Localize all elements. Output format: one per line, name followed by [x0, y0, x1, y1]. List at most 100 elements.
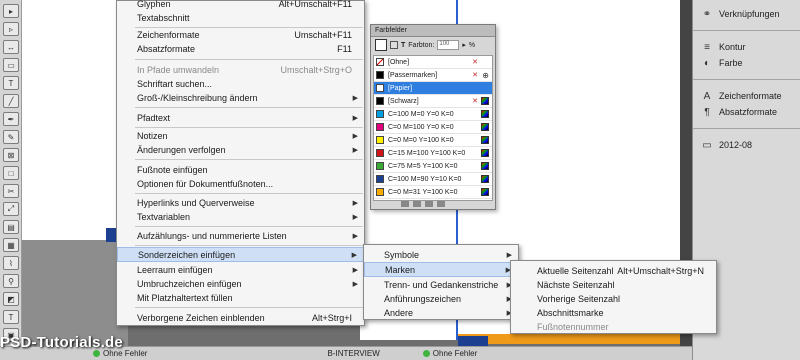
- menu-item-shortcut: Umschalt+Strg+O: [280, 64, 352, 75]
- panel-title-text: Farbfelder: [375, 27, 407, 34]
- menu-item-label: Hyperlinks und Querverweise: [137, 197, 255, 208]
- cmyk-mode-icon: [481, 97, 489, 105]
- swatch-row[interactable]: C=15 M=100 Y=100 K=0: [374, 147, 492, 160]
- eyedropper-icon[interactable]: ⌇: [3, 256, 19, 270]
- dock-item-links[interactable]: ⚭ Verknüpfungen: [693, 6, 800, 22]
- note-tool-icon[interactable]: ▦: [3, 238, 19, 252]
- formatting-icon[interactable]: T: [3, 310, 19, 324]
- menu-item-show-hidden-characters[interactable]: Verborgene Zeichen einblenden Alt+Strg+I: [117, 310, 364, 325]
- submenu-arrow-icon: ▶: [352, 94, 358, 102]
- menu-item-character-styles[interactable]: Zeichenformate Umschalt+F11: [117, 27, 364, 42]
- menu-item-change-case[interactable]: Groß-/Kleinschreibung ändern ▶: [117, 90, 364, 105]
- scissors-icon[interactable]: ✂: [3, 184, 19, 198]
- menu-item-find-font[interactable]: Schriftart suchen...: [117, 76, 364, 91]
- submenu-item-markers[interactable]: Marken ▶: [364, 262, 518, 277]
- pencil-tool-icon[interactable]: ✎: [3, 130, 19, 144]
- menu-item-label: Marken: [385, 264, 416, 275]
- submenu-item-section-marker[interactable]: Abschnittsmarke: [511, 305, 716, 320]
- menu-item-insert-footnote[interactable]: Fußnote einfügen: [117, 162, 364, 177]
- swatch-row[interactable]: C=0 M=100 Y=0 K=0: [374, 121, 492, 134]
- swatch-row[interactable]: C=100 M=90 Y=10 K=0: [374, 173, 492, 186]
- menu-item-track-changes[interactable]: Änderungen verfolgen ▶: [117, 142, 364, 157]
- swatch-row[interactable]: [Schwarz] ✕: [374, 95, 492, 108]
- menu-item-label: Schriftart suchen...: [137, 78, 213, 89]
- page-tool-icon[interactable]: ▭: [3, 58, 19, 72]
- swatch-row[interactable]: [Ohne] ✕: [374, 56, 492, 69]
- swatch-name: [Ohne]: [388, 58, 410, 66]
- dock-item-character-styles[interactable]: A Zeichenformate: [693, 88, 800, 104]
- menu-item-notes[interactable]: Notizen ▶: [117, 128, 364, 143]
- submenu-item-quotation-marks[interactable]: Anführungszeichen ▶: [364, 291, 518, 306]
- new-swatch-icon[interactable]: [425, 201, 433, 207]
- swatches-panel-title[interactable]: Farbfelder: [371, 25, 495, 37]
- selection-tool-icon[interactable]: ▸: [3, 4, 19, 18]
- menu-item-bullets-numbering[interactable]: Aufzählungs- und nummerierte Listen ▶: [117, 228, 364, 243]
- show-all-swatches-icon[interactable]: [401, 201, 409, 207]
- dock-item-stroke[interactable]: ≡ Kontur: [693, 39, 800, 55]
- menu-item-label: Fußnotennummer: [537, 321, 609, 332]
- swatch-chip: [376, 110, 384, 118]
- menu-item-insert-break-character[interactable]: Umbruchzeichen einfügen ▶: [117, 276, 364, 291]
- menu-item-text-variables[interactable]: Textvariablen ▶: [117, 209, 364, 224]
- submenu-item-other[interactable]: Andere ▶: [364, 305, 518, 320]
- text-frame-bar: [458, 334, 680, 344]
- fill-stroke-icon[interactable]: [375, 39, 387, 51]
- menu-item-paragraph-styles[interactable]: Absatzformate F11: [117, 41, 364, 56]
- formatting-container-icon[interactable]: [390, 41, 398, 49]
- tint-dropdown-icon[interactable]: ▸: [462, 41, 466, 49]
- new-color-group-icon[interactable]: [413, 201, 421, 207]
- menu-item-label: Anführungszeichen: [384, 293, 462, 304]
- gradient-tool-icon[interactable]: ▤: [3, 220, 19, 234]
- menu-item-footnote-options[interactable]: Optionen für Dokumentfußnoten...: [117, 176, 364, 191]
- menu-item-label: Zeichenformate: [137, 29, 200, 40]
- submenu-item-previous-page-number[interactable]: Vorherige Seitenzahl: [511, 291, 716, 306]
- swatch-row[interactable]: [Passermarken] ✕ ⊕: [374, 69, 492, 82]
- menu-item-hyperlinks[interactable]: Hyperlinks und Querverweise ▶: [117, 195, 364, 210]
- menu-item-shortcut: Alt+Umschalt+F11: [278, 0, 352, 9]
- menu-item-label: Symbole: [384, 249, 420, 260]
- swatch-row[interactable]: C=100 M=0 Y=0 K=0: [374, 108, 492, 121]
- submenu-item-symbols[interactable]: Symbole ▶: [364, 247, 518, 262]
- color-icon: ◐: [703, 57, 711, 69]
- rectangle-tool-icon[interactable]: □: [3, 166, 19, 180]
- swatch-row[interactable]: C=0 M=0 Y=100 K=0: [374, 134, 492, 147]
- dock-item-library[interactable]: ▭ 2012-08: [693, 137, 800, 153]
- direct-selection-icon[interactable]: ▹: [3, 22, 19, 36]
- swatch-row[interactable]: C=0 M=31 Y=100 K=0: [374, 186, 492, 199]
- transform-tool-icon[interactable]: ⤢: [3, 202, 19, 216]
- rectangle-frame-icon[interactable]: ⊠: [3, 148, 19, 162]
- submenu-item-current-page-number[interactable]: Aktuelle Seitenzahl Alt+Umschalt+Strg+N: [511, 263, 716, 278]
- menu-item-insert-special-character[interactable]: Sonderzeichen einfügen ▶: [117, 247, 364, 262]
- menu-item-story[interactable]: Textabschnitt: [117, 10, 364, 25]
- dock-item-label: 2012-08: [719, 140, 753, 150]
- preflight-status-2[interactable]: Ohne Fehler: [420, 349, 477, 358]
- submenu-arrow-icon: ▶: [352, 146, 358, 154]
- swatch-row-selected[interactable]: [Papier]: [374, 82, 492, 95]
- line-tool-icon[interactable]: ╱: [3, 94, 19, 108]
- swatches-panel: Farbfelder T Farbton: 100 ▸ % [Ohne] ✕ […: [370, 24, 496, 210]
- fill-stroke-icon[interactable]: ◩: [3, 292, 19, 306]
- tint-input[interactable]: 100: [437, 40, 460, 50]
- swatch-row[interactable]: C=75 M=5 Y=100 K=0: [374, 160, 492, 173]
- delete-swatch-icon[interactable]: [437, 201, 445, 207]
- menu-item-insert-white-space[interactable]: Leerraum einfügen ▶: [117, 262, 364, 277]
- submenu-item-hyphens-dashes[interactable]: Trenn- und Gedankenstriche ▶: [364, 277, 518, 292]
- menu-item-label: Nächste Seitenzahl: [537, 279, 615, 290]
- menu-separator: [135, 59, 363, 60]
- zoom-tool-icon[interactable]: ⚲: [3, 274, 19, 288]
- menu-separator: [135, 193, 363, 194]
- stroke-icon: ≡: [704, 41, 710, 53]
- pen-tool-icon[interactable]: ✒: [3, 112, 19, 126]
- cmyk-mode-icon: [481, 110, 489, 118]
- menu-item-label: Textabschnitt: [137, 12, 190, 23]
- menu-item-type-on-path[interactable]: Pfadtext ▶: [117, 110, 364, 125]
- submenu-item-footnote-number: Fußnotennummer: [511, 319, 716, 334]
- gap-tool-icon[interactable]: ↔: [3, 40, 19, 54]
- dock-item-paragraph-styles[interactable]: ¶ Absatzformate: [693, 104, 800, 120]
- submenu-item-next-page-number[interactable]: Nächste Seitenzahl: [511, 277, 716, 292]
- formatting-text-icon[interactable]: T: [401, 42, 405, 49]
- type-tool-icon[interactable]: T: [3, 76, 19, 90]
- menu-item-fill-placeholder-text[interactable]: Mit Platzhaltertext füllen: [117, 290, 364, 305]
- dock-item-color[interactable]: ◐ Farbe: [693, 55, 800, 71]
- menu-item-label: In Pfade umwandeln: [137, 64, 220, 75]
